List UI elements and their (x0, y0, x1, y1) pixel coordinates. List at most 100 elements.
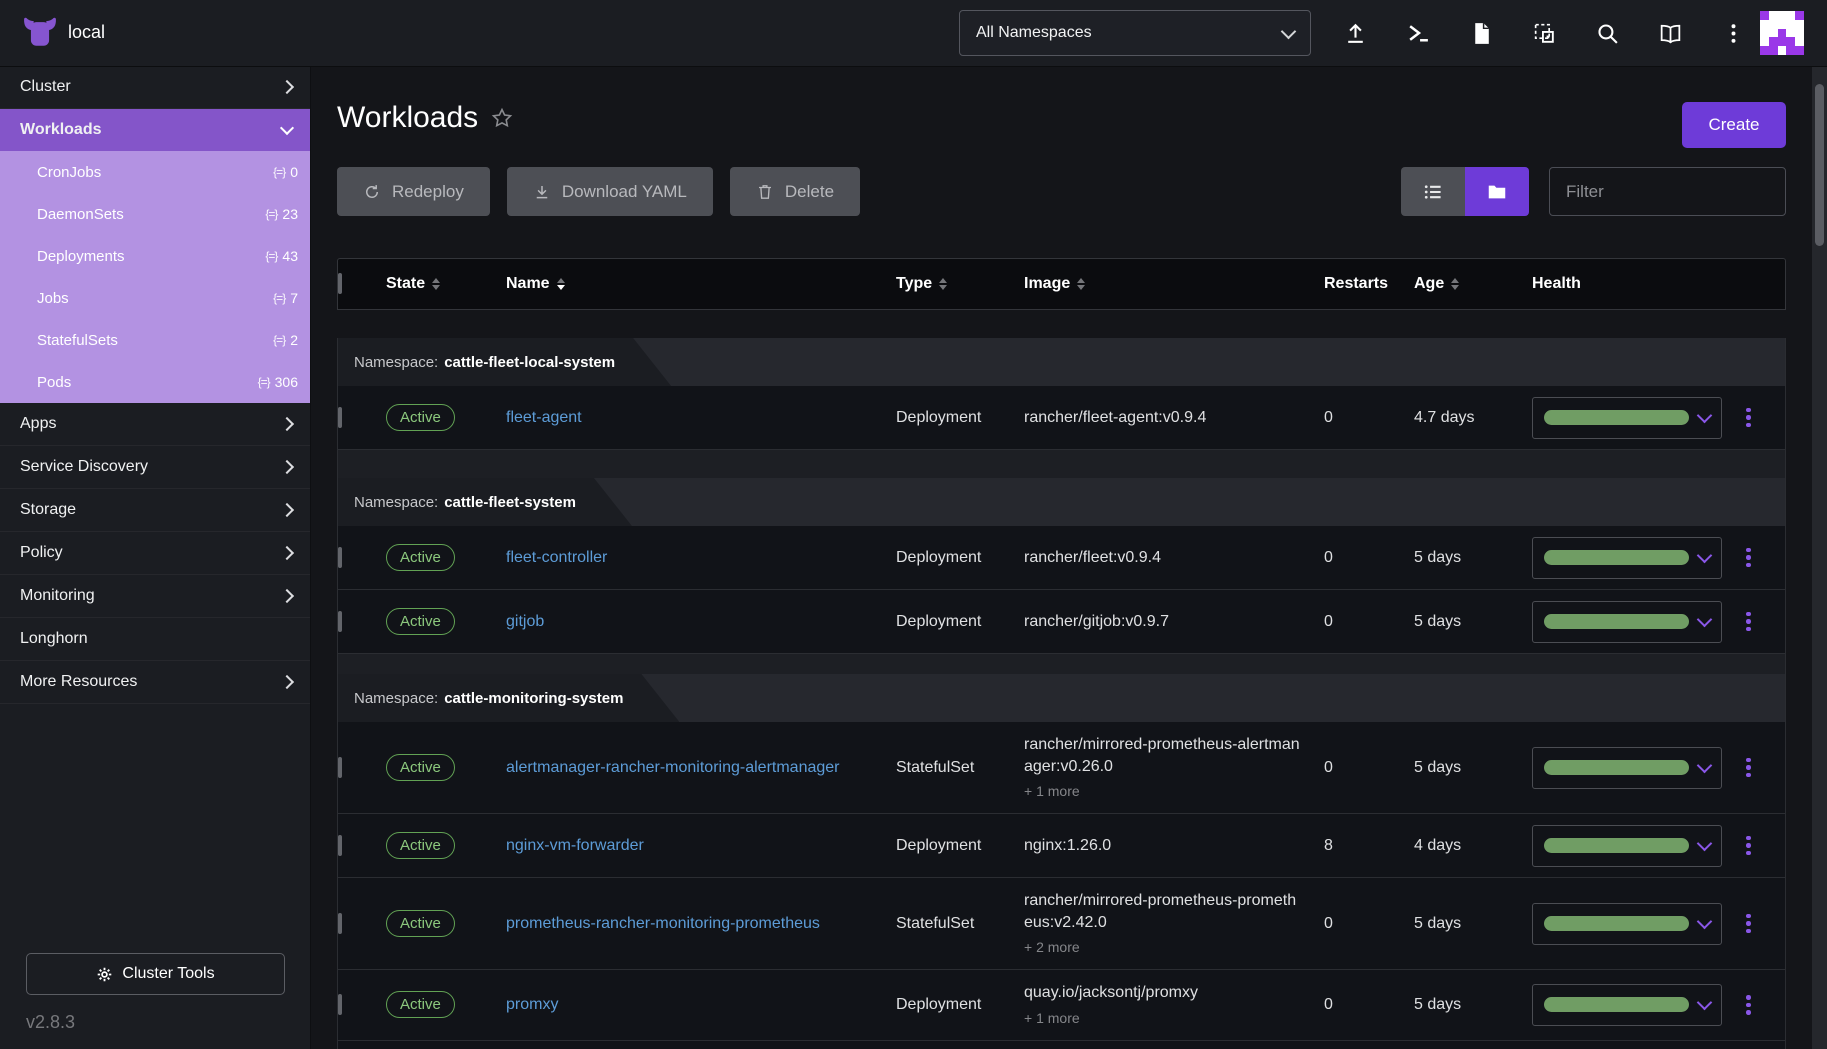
docs-icon[interactable] (1639, 0, 1702, 66)
row-select-cell (338, 613, 386, 631)
row-actions-menu-icon[interactable] (1742, 608, 1755, 636)
column-header-state[interactable]: State (386, 275, 506, 293)
row-checkbox[interactable] (338, 547, 342, 568)
vertical-scrollbar[interactable] (1812, 66, 1827, 1049)
sort-arrows-icon (557, 278, 565, 290)
row-actions-menu-icon[interactable] (1742, 832, 1755, 860)
workload-name-link[interactable]: alertmanager-rancher-monitoring-alertman… (506, 759, 857, 777)
sidebar-item-jobs[interactable]: Jobs{=}7 (0, 277, 310, 319)
row-checkbox[interactable] (338, 757, 342, 778)
row-actions-menu-icon[interactable] (1742, 754, 1755, 782)
select-all-checkbox[interactable] (338, 273, 342, 294)
sidebar-item-storage[interactable]: Storage (0, 489, 310, 532)
view-toggle-list-view[interactable] (1401, 167, 1465, 216)
column-header-age[interactable]: Age (1414, 275, 1532, 293)
row-actions-menu-icon[interactable] (1742, 910, 1755, 938)
search-icon[interactable] (1576, 0, 1639, 66)
resource-count-badge: {=}0 (273, 164, 298, 180)
create-button[interactable]: Create (1682, 102, 1786, 148)
sidebar-item-cluster[interactable]: Cluster (0, 66, 310, 109)
workload-name-link[interactable]: gitjob (506, 613, 562, 631)
filter-input[interactable] (1549, 167, 1786, 216)
sidebar-item-policy[interactable]: Policy (0, 532, 310, 575)
workload-name-link[interactable]: nginx-vm-forwarder (506, 837, 662, 855)
health-bar-green (1544, 550, 1689, 565)
menu-icon[interactable] (1702, 0, 1765, 66)
row-actions-menu-icon[interactable] (1742, 991, 1755, 1019)
row-actions-menu-icon[interactable] (1742, 544, 1755, 572)
column-label: Age (1414, 275, 1444, 293)
resource-count-badge: {=}306 (258, 374, 298, 390)
row-checkbox[interactable] (338, 611, 342, 632)
kebab-dot (1746, 758, 1751, 763)
restarts-cell: 0 (1324, 996, 1414, 1014)
health-scale-dropdown[interactable] (1532, 825, 1722, 867)
kebab-dot (1746, 423, 1751, 428)
sidebar: ClusterWorkloadsCronJobs{=}0DaemonSets{=… (0, 66, 311, 1049)
sort-desc-icon (432, 285, 440, 290)
health-scale-dropdown[interactable] (1532, 537, 1722, 579)
chevron-down-icon (1697, 835, 1713, 851)
sidebar-item-cronjobs[interactable]: CronJobs{=}0 (0, 151, 310, 193)
column-header-type[interactable]: Type (896, 275, 1024, 293)
workload-name-link[interactable]: fleet-agent (506, 409, 600, 427)
chevron-right-icon (280, 80, 294, 94)
user-avatar[interactable] (1760, 11, 1804, 55)
workload-name-link[interactable]: fleet-controller (506, 549, 625, 567)
sidebar-item-more-resources[interactable]: More Resources (0, 661, 310, 704)
delete-button[interactable]: Delete (730, 167, 860, 216)
select-all-cell (338, 275, 386, 293)
namespace-name: cattle-fleet-local-system (444, 354, 615, 371)
age-cell: 4.7 days (1414, 409, 1532, 427)
row-checkbox[interactable] (338, 994, 342, 1015)
file-icon[interactable] (1450, 0, 1513, 66)
redeploy-button[interactable]: Redeploy (337, 167, 490, 216)
health-scale-dropdown[interactable] (1532, 747, 1722, 789)
workload-name-link[interactable]: prometheus-rancher-monitoring-prometheus (506, 915, 838, 933)
download-yaml-button[interactable]: Download YAML (507, 167, 713, 216)
health-scale-dropdown[interactable] (1532, 984, 1722, 1026)
namespace-filter-select[interactable]: All Namespaces (959, 10, 1311, 56)
sidebar-item-label: More Resources (20, 673, 137, 691)
avatar-pixel (1795, 20, 1804, 29)
copy-icon[interactable] (1513, 0, 1576, 66)
sidebar-item-longhorn[interactable]: Longhorn (0, 618, 310, 661)
view-toggle-folder-view[interactable] (1465, 167, 1529, 216)
list-view-icon (1422, 181, 1444, 203)
action-row: Redeploy Download YAML Delete (337, 167, 1786, 216)
sidebar-item-label: Apps (20, 415, 56, 433)
star-icon[interactable] (490, 106, 514, 135)
workload-name-link[interactable]: promxy (506, 996, 576, 1014)
sidebar-item-statefulsets[interactable]: StatefulSets{=}2 (0, 319, 310, 361)
sidebar-item-daemonsets[interactable]: DaemonSets{=}23 (0, 193, 310, 235)
count-badge-icon: {=} (273, 165, 285, 179)
upload-icon[interactable] (1324, 0, 1387, 66)
rancher-bull-icon[interactable] (20, 13, 60, 53)
column-header-name[interactable]: Name (506, 275, 896, 293)
avatar-pixel (1760, 37, 1769, 46)
row-checkbox[interactable] (338, 835, 342, 856)
row-checkbox[interactable] (338, 913, 342, 934)
scrollbar-thumb[interactable] (1815, 84, 1824, 246)
sidebar-item-label: StatefulSets (37, 332, 118, 349)
cluster-tools-button[interactable]: Cluster Tools (26, 953, 285, 995)
column-header-image[interactable]: Image (1024, 275, 1324, 293)
health-scale-dropdown[interactable] (1532, 903, 1722, 945)
resource-count: 7 (290, 290, 298, 306)
health-scale-dropdown[interactable] (1532, 397, 1722, 439)
row-checkbox[interactable] (338, 407, 342, 428)
avatar-pixel (1760, 20, 1769, 29)
kubectl-shell-icon[interactable] (1387, 0, 1450, 66)
sidebar-item-monitoring[interactable]: Monitoring (0, 575, 310, 618)
status-badge: Active (386, 910, 455, 937)
row-actions-menu-icon[interactable] (1742, 404, 1755, 432)
kebab-dot (1746, 773, 1751, 778)
sidebar-item-workloads[interactable]: Workloads (0, 109, 310, 151)
sidebar-item-service-discovery[interactable]: Service Discovery (0, 446, 310, 489)
sidebar-item-deployments[interactable]: Deployments{=}43 (0, 235, 310, 277)
sidebar-item-pods[interactable]: Pods{=}306 (0, 361, 310, 403)
health-scale-dropdown[interactable] (1532, 601, 1722, 643)
count-badge-icon: {=} (273, 333, 285, 347)
restarts-cell: 0 (1324, 549, 1414, 567)
sidebar-item-apps[interactable]: Apps (0, 403, 310, 446)
